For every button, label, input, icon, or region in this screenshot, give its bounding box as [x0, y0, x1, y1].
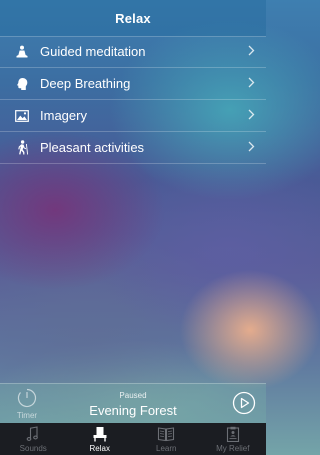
hiker-icon: [15, 140, 29, 155]
timer-button[interactable]: Timer: [14, 388, 40, 422]
chevron-right-icon: [248, 45, 256, 59]
menu-item-label: Pleasant activities: [40, 140, 145, 155]
clipboard-icon: [224, 426, 242, 443]
playback-status: Paused: [119, 391, 147, 400]
track-title: Evening Forest: [89, 403, 177, 418]
nav-bar: Relax: [0, 0, 266, 37]
menu-item-pleasant-activities[interactable]: Pleasant activities: [0, 132, 266, 164]
tab-relax[interactable]: Relax: [67, 423, 134, 455]
sound-player: Timer Paused Evening Forest: [0, 383, 266, 424]
menu-item-deep-breathing[interactable]: Deep Breathing: [0, 68, 266, 100]
menu-item-imagery[interactable]: Imagery: [0, 100, 266, 132]
tab-label: Learn: [156, 444, 177, 453]
head-breathing-icon: [15, 77, 29, 91]
chevron-right-icon: [248, 141, 256, 155]
play-icon: [232, 391, 256, 415]
tab-label: Relax: [89, 444, 110, 453]
timer-icon: [17, 388, 37, 408]
tab-label: Sounds: [19, 444, 47, 453]
menu-item-guided-meditation[interactable]: Guided meditation: [0, 36, 266, 68]
menu-item-label: Guided meditation: [40, 44, 146, 59]
book-icon: [157, 426, 175, 442]
lounge-chair-icon: [91, 426, 109, 442]
relax-menu: Guided meditation Deep Breathing Imagery…: [0, 36, 266, 164]
tab-my-relief[interactable]: My Relief: [200, 423, 267, 455]
tab-bar: Sounds Relax Learn My Relief: [0, 423, 266, 455]
picture-icon: [15, 109, 29, 123]
chevron-right-icon: [248, 109, 256, 123]
menu-item-label: Deep Breathing: [40, 76, 131, 91]
music-note-icon: [24, 426, 42, 442]
timer-label: Timer: [16, 411, 38, 420]
tab-sounds[interactable]: Sounds: [0, 423, 67, 455]
tab-label: My Relief: [216, 444, 250, 453]
play-button[interactable]: [232, 391, 256, 415]
menu-item-label: Imagery: [40, 108, 87, 123]
chevron-right-icon: [248, 77, 256, 91]
meditation-icon: [15, 45, 29, 59]
page-title: Relax: [115, 10, 151, 26]
tab-learn[interactable]: Learn: [133, 423, 200, 455]
